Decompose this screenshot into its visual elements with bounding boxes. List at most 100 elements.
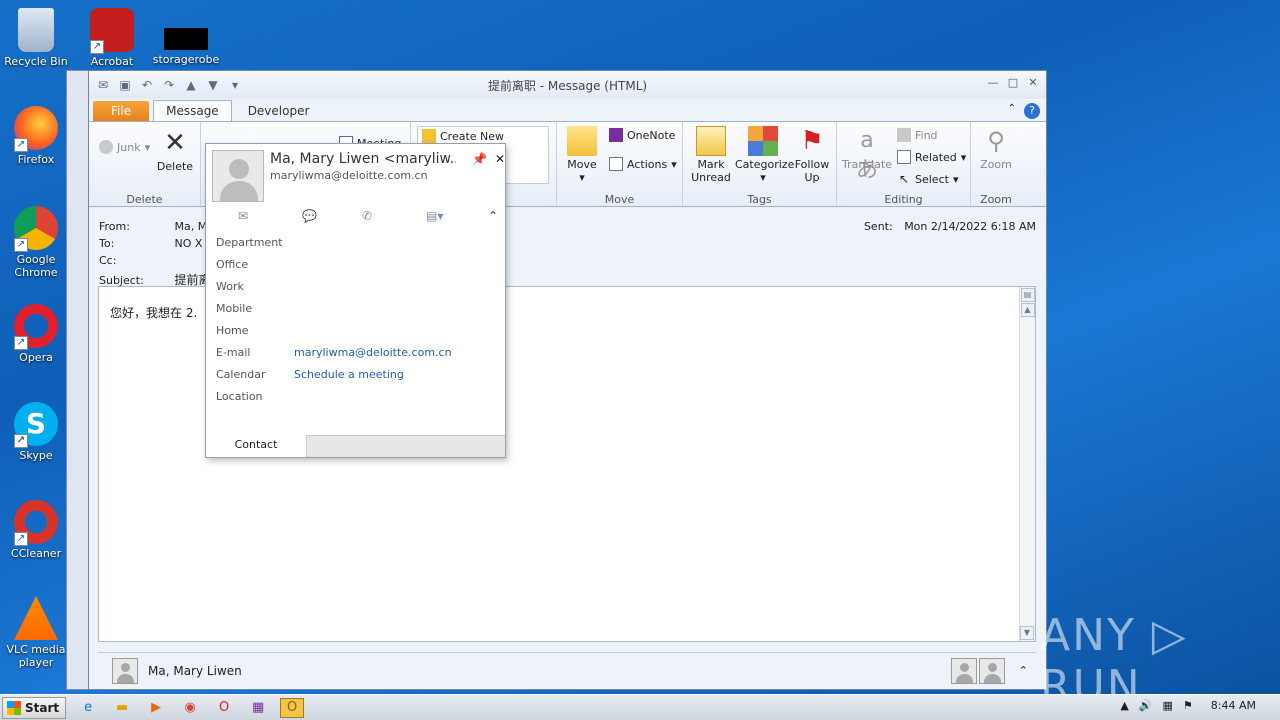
- outlook-taskbar-icon[interactable]: O: [280, 697, 305, 718]
- im-icon[interactable]: 💬: [302, 209, 317, 223]
- select-label: Select: [915, 172, 949, 186]
- card-footer: Contact: [206, 435, 505, 457]
- chevron-down-icon: ▾: [579, 171, 585, 184]
- collapse-ribbon-icon[interactable]: ⌃: [1008, 103, 1016, 119]
- close-icon[interactable]: ✕: [495, 152, 505, 166]
- desktop-icon-recycle-bin[interactable]: Recycle Bin: [0, 8, 72, 68]
- desktop-icon-vlc[interactable]: VLC media player: [0, 596, 72, 669]
- follow-up-button[interactable]: ⚑ Follow Up: [791, 126, 833, 184]
- tab-developer[interactable]: Developer: [236, 101, 322, 121]
- desktop-icon-opera[interactable]: ↗ Opera: [0, 304, 72, 364]
- pin-icon[interactable]: 📌: [472, 152, 487, 166]
- translate-button[interactable]: aあ Translate: [841, 126, 893, 183]
- media-player-icon[interactable]: ▶: [144, 698, 168, 718]
- show-hidden-icons-icon[interactable]: ▲: [1120, 699, 1128, 712]
- contact-row-location: Location: [216, 390, 452, 412]
- tab-contact[interactable]: Contact: [206, 435, 306, 457]
- start-label: Start: [25, 700, 60, 715]
- phone-icon[interactable]: ✆: [362, 209, 372, 223]
- chrome-taskbar-icon[interactable]: ◉: [178, 698, 202, 718]
- avatar[interactable]: [978, 657, 1005, 684]
- expand-people-pane-icon[interactable]: ⌃: [1019, 664, 1028, 677]
- desktop-icon-chrome[interactable]: ↗ Google Chrome: [0, 206, 72, 279]
- shortcut-arrow-icon: ↗: [90, 40, 104, 54]
- email-icon[interactable]: ✉: [238, 209, 248, 223]
- scroll-options-icon[interactable]: ▤: [1020, 288, 1035, 302]
- actions-label: Actions: [627, 157, 668, 171]
- zoom-button[interactable]: ⚲ Zoom: [975, 126, 1017, 171]
- clock[interactable]: 8:44 AM: [1211, 699, 1256, 712]
- scroll-down-icon[interactable]: ▼: [1020, 626, 1034, 640]
- row-key: Work: [216, 280, 244, 293]
- avatar[interactable]: [950, 657, 977, 684]
- mark-unread-button[interactable]: Mark Unread: [689, 126, 733, 184]
- related-button[interactable]: Related ▾: [897, 150, 966, 164]
- chevron-down-icon: ▾: [952, 172, 959, 186]
- scroll-up-icon[interactable]: ▲: [1020, 303, 1035, 317]
- actions-button[interactable]: Actions ▾: [609, 157, 677, 171]
- close-icon[interactable]: ✕: [1026, 77, 1040, 89]
- vertical-scrollbar[interactable]: ▤ ▲ ▼: [1019, 287, 1035, 641]
- minimize-icon[interactable]: —: [986, 77, 1000, 89]
- ribbon-group-tags: Mark Unread Categorize ▾ ⚑ Follow Up Tags: [683, 122, 837, 208]
- chrome-icon: ↗: [14, 206, 58, 252]
- ribbon-group-delete: Junk ▾ ✕ Delete Delete: [89, 122, 201, 208]
- select-button[interactable]: ↖ Select ▾: [897, 172, 959, 186]
- group-label: Tags: [747, 193, 772, 206]
- tab-message[interactable]: Message: [153, 100, 232, 121]
- sent-row: Sent: Mon 2/14/2022 6:18 AM: [864, 220, 1036, 233]
- translate-label: Translate: [842, 158, 892, 171]
- desktop-icon-label: Google Chrome: [14, 253, 58, 279]
- binoculars-icon: [897, 128, 911, 142]
- row-key: Calendar: [216, 368, 266, 381]
- find-button[interactable]: Find: [897, 128, 938, 142]
- related-icon: [897, 150, 911, 164]
- contact-email[interactable]: maryliwma@deloitte.com.cn: [270, 169, 428, 182]
- schedule-meeting-link[interactable]: Schedule a meeting: [294, 368, 404, 390]
- start-button[interactable]: Start: [2, 696, 67, 719]
- contact-name: Ma, Mary Liwen <maryliw...: [270, 151, 456, 167]
- volume-icon[interactable]: 🔊: [1139, 699, 1153, 712]
- to-value[interactable]: NO X I: [175, 237, 210, 250]
- ie-icon[interactable]: e: [76, 698, 100, 718]
- shortcut-arrow-icon: ↗: [14, 138, 28, 152]
- opera-taskbar-icon[interactable]: O: [212, 698, 236, 718]
- desktop-icon-skype[interactable]: S ↗ Skype: [0, 402, 72, 462]
- categorize-button[interactable]: Categorize ▾: [735, 126, 794, 184]
- help-icon[interactable]: ?: [1024, 103, 1040, 119]
- ribbon-group-editing: aあ Translate Find Related ▾ ↖ Select ▾ Edi…: [837, 122, 971, 208]
- desktop-icon-acrobat[interactable]: ↗ Acrobat: [76, 8, 148, 68]
- onenote-button[interactable]: OneNote: [609, 128, 675, 142]
- winrar-taskbar-icon[interactable]: ▦: [246, 698, 270, 718]
- collapse-card-icon[interactable]: ⌃: [488, 209, 498, 223]
- email-link[interactable]: maryliwma@deloitte.com.cn: [294, 346, 452, 368]
- desktop-icon-storagerobe[interactable]: storagerobe: [150, 8, 222, 66]
- maximize-icon[interactable]: □: [1006, 77, 1020, 89]
- follow-up-label: Follow Up: [794, 158, 830, 184]
- to-label: To:: [99, 237, 115, 250]
- flag-icon[interactable]: ⚑: [1183, 699, 1193, 712]
- delete-button[interactable]: ✕ Delete: [155, 128, 195, 173]
- people-pane-name[interactable]: Ma, Mary Liwen: [148, 664, 242, 678]
- categorize-icon: [748, 126, 778, 156]
- desktop-icon-label: Acrobat: [90, 55, 134, 68]
- desktop-icon-firefox[interactable]: ↗ Firefox: [0, 106, 72, 166]
- group-label: Editing: [884, 193, 923, 206]
- desktop-icon-ccleaner[interactable]: ↗ CCleaner: [0, 500, 72, 560]
- create-new-button[interactable]: Create New: [422, 129, 504, 143]
- move-folder-icon: [567, 126, 597, 156]
- from-row: From: Ma, M: [99, 220, 207, 233]
- cursor-icon: ↖: [898, 172, 910, 186]
- tab-file[interactable]: File: [93, 101, 150, 121]
- explorer-icon[interactable]: ▬: [110, 698, 134, 718]
- contact-menu-icon[interactable]: ▤▾: [426, 209, 443, 223]
- from-label: From:: [99, 220, 130, 233]
- avatar[interactable]: [112, 657, 138, 684]
- chevron-down-icon: ▾: [144, 140, 151, 154]
- move-button[interactable]: Move ▾: [565, 126, 599, 184]
- junk-button[interactable]: Junk ▾: [99, 140, 150, 154]
- network-icon[interactable]: ▦: [1163, 699, 1173, 712]
- card-tools: 📌 ✕: [472, 152, 505, 166]
- create-new-label: Create New: [440, 129, 505, 143]
- from-value[interactable]: Ma, M: [175, 220, 208, 233]
